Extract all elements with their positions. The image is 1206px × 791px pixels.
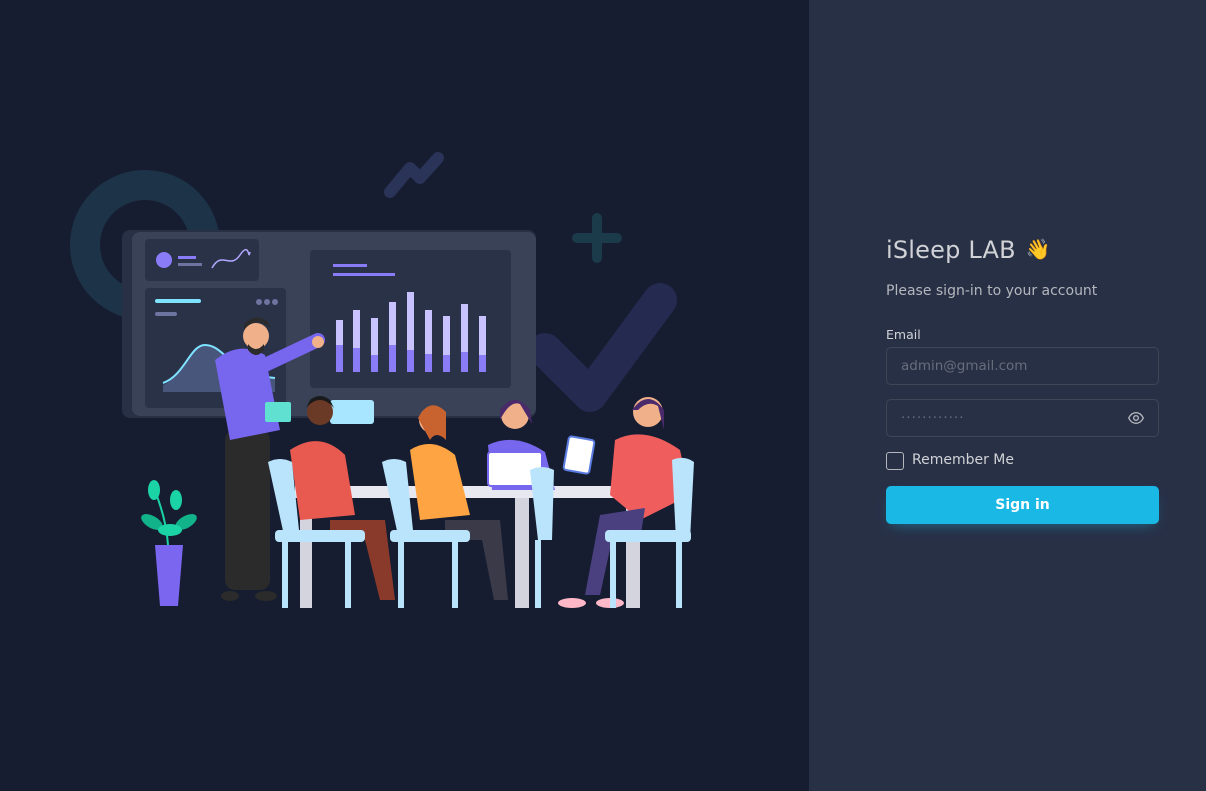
decor-check <box>528 283 677 412</box>
password-input[interactable] <box>886 399 1159 437</box>
remember-me-label[interactable]: Remember Me <box>912 452 1014 468</box>
sign-in-button[interactable]: Sign in <box>886 486 1159 524</box>
app-title-text: iSleep LAB <box>886 236 1016 264</box>
decor-plus <box>572 213 622 263</box>
illustration-panel <box>0 0 809 791</box>
app-title: iSleep LAB 👋 <box>886 236 1051 264</box>
team-meeting-illustration <box>70 152 694 608</box>
email-label: Email <box>886 327 921 342</box>
remember-me-checkbox[interactable] <box>886 452 904 470</box>
decor-zigzag <box>384 152 444 198</box>
plant-pot <box>155 545 183 606</box>
login-panel <box>809 0 1206 791</box>
presenter <box>225 430 270 590</box>
waving-hand-icon: 👋 <box>1025 237 1051 261</box>
login-subtitle: Please sign-in to your account <box>886 283 1098 299</box>
email-input[interactable] <box>886 347 1159 385</box>
eye-icon[interactable] <box>1128 410 1144 426</box>
